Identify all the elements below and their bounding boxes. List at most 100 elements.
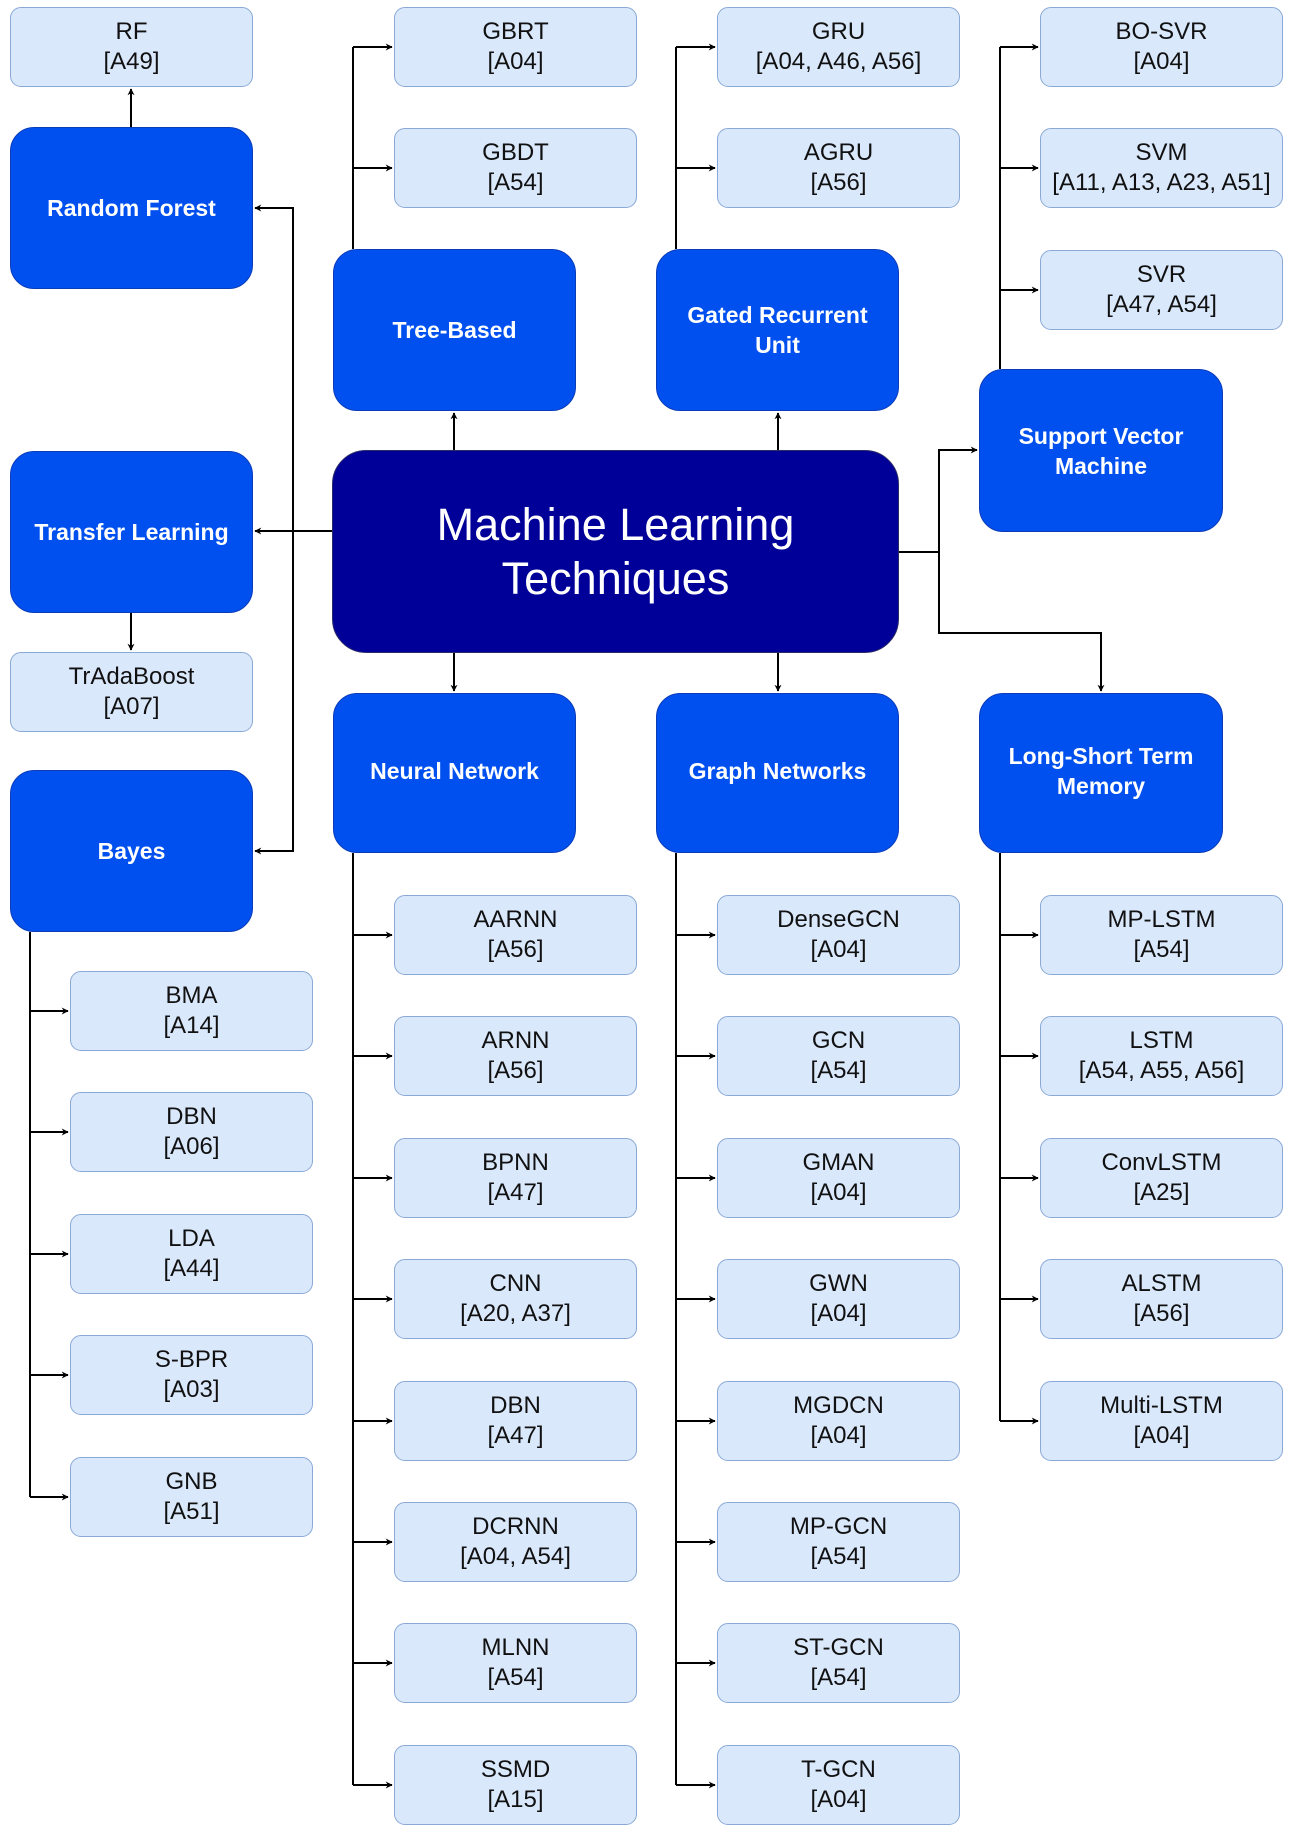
leaf-refs: [A04] [810,1179,867,1206]
leaf-lstm[interactable]: LSTM [A54, A55, A56] [1040,1016,1283,1096]
leaf-name: GMAN [802,1149,875,1176]
leaf-rf[interactable]: RF [A49] [10,7,253,87]
leaf-refs: [A20, A37] [460,1300,571,1327]
category-label-line2: Memory [1056,773,1146,799]
leaf-mlnn[interactable]: MLNN [A54] [394,1623,637,1703]
leaf-bpnn[interactable]: BPNN [A47] [394,1138,637,1218]
leaf-name: MP-LSTM [1107,906,1216,933]
leaf-refs: [A04] [810,936,867,963]
category-label-line2: Unit [755,332,800,358]
leaf-refs: [A51] [163,1498,220,1525]
leaf-cnn[interactable]: CNN [A20, A37] [394,1259,637,1339]
leaf-refs: [A04] [1133,1422,1190,1449]
leaf-refs: [A56] [487,936,544,963]
leaf-refs: [A15] [487,1786,544,1813]
leaf-refs: [A56] [810,169,867,196]
leaf-name: Multi-LSTM [1100,1392,1223,1419]
leaf-name: S-BPR [154,1346,229,1373]
leaf-bma[interactable]: BMA [A14] [70,971,313,1051]
leaf-refs: [A54] [810,1057,867,1084]
leaf-refs: [A56] [1133,1300,1190,1327]
leaf-mgdcn[interactable]: MGDCN [A04] [717,1381,960,1461]
leaf-mp-lstm[interactable]: MP-LSTM [A54] [1040,895,1283,975]
leaf-gbdt[interactable]: GBDT [A54] [394,128,637,208]
leaf-refs: [A04] [810,1300,867,1327]
leaf-name: MLNN [481,1634,550,1661]
leaf-name: GBDT [482,139,549,166]
category-neural-network[interactable]: Neural Network [333,693,576,853]
leaf-arnn[interactable]: ARNN [A56] [394,1016,637,1096]
leaf-gbrt[interactable]: GBRT [A04] [394,7,637,87]
leaf-gru[interactable]: GRU [A04, A46, A56] [717,7,960,87]
leaf-st-gcn[interactable]: ST-GCN [A54] [717,1623,960,1703]
leaf-multi-lstm[interactable]: Multi-LSTM [A04] [1040,1381,1283,1461]
ml-techniques-diagram: Machine Learning Techniques Random Fores… [0,0,1290,1832]
leaf-name: BO-SVR [1115,18,1208,45]
leaf-refs: [A54] [487,1664,544,1691]
leaf-svr[interactable]: SVR [A47, A54] [1040,250,1283,330]
leaf-name: MP-GCN [789,1513,888,1540]
leaf-s-bpr[interactable]: S-BPR [A03] [70,1335,313,1415]
category-bayes[interactable]: Bayes [10,770,253,932]
leaf-t-gcn[interactable]: T-GCN [A04] [717,1745,960,1825]
leaf-name: TrAdaBoost [68,663,195,690]
leaf-refs: [A56] [487,1057,544,1084]
leaf-name: ConvLSTM [1101,1149,1222,1176]
category-label: Graph Networks [688,758,867,784]
leaf-name: ALSTM [1121,1270,1202,1297]
leaf-name: BPNN [482,1149,549,1176]
leaf-name: DBN [166,1103,217,1130]
category-support-vector-machine[interactable]: Support Vector Machine [979,369,1223,532]
category-label-line1: Support Vector [1018,422,1184,449]
leaf-name: SVR [1136,261,1187,288]
leaf-dbn[interactable]: DBN [A47] [394,1381,637,1461]
leaf-name: BMA [165,982,218,1009]
leaf-dcrnn[interactable]: DCRNN [A04, A54] [394,1502,637,1582]
category-random-forest[interactable]: Random Forest [10,127,253,289]
leaf-refs: [A14] [163,1012,220,1039]
leaf-mp-gcn[interactable]: MP-GCN [A54] [717,1502,960,1582]
root-node[interactable]: Machine Learning Techniques [332,450,899,653]
leaf-refs: [A04] [487,48,544,75]
leaf-tradaboost[interactable]: TrAdaBoost [A07] [10,652,253,732]
category-tree-based[interactable]: Tree-Based [333,249,576,411]
root-label-line2: Techniques [501,552,730,604]
leaf-densegcn[interactable]: DenseGCN [A04] [717,895,960,975]
leaf-ssmd[interactable]: SSMD [A15] [394,1745,637,1825]
leaf-svm[interactable]: SVM [A11, A13, A23, A51] [1040,128,1283,208]
leaf-gcn[interactable]: GCN [A54] [717,1016,960,1096]
leaf-name: GBRT [482,18,549,45]
leaf-name: GNB [165,1468,218,1495]
leaf-refs: [A04, A46, A56] [755,48,922,75]
category-graph-networks[interactable]: Graph Networks [656,693,899,853]
category-label: Random Forest [47,195,216,221]
connector-root-to-bayes [254,531,294,855]
leaf-gwn[interactable]: GWN [A04] [717,1259,960,1339]
leaf-convlstm[interactable]: ConvLSTM [A25] [1040,1138,1283,1218]
leaf-name: SSMD [480,1756,551,1783]
leaf-name: AGRU [803,139,874,166]
leaf-agru[interactable]: AGRU [A56] [717,128,960,208]
leaf-alstm[interactable]: ALSTM [A56] [1040,1259,1283,1339]
leaf-aarnn[interactable]: AARNN [A56] [394,895,637,975]
category-transfer-learning[interactable]: Transfer Learning [10,451,253,613]
leaf-name: DCRNN [472,1513,559,1540]
category-label: Transfer Learning [34,519,229,545]
leaf-bo-svr[interactable]: BO-SVR [A04] [1040,7,1283,87]
leaf-name: DenseGCN [777,906,900,933]
category-long-short-term-memory[interactable]: Long-Short Term Memory [979,693,1223,853]
leaf-refs: [A54] [810,1543,867,1570]
leaf-refs: [A54] [1133,936,1190,963]
leaf-refs: [A47, A54] [1106,291,1217,318]
leaf-refs: [A04] [810,1786,867,1813]
category-gated-recurrent-unit[interactable]: Gated Recurrent Unit [656,249,899,411]
leaf-refs: [A47] [487,1179,544,1206]
leaf-lda[interactable]: LDA [A44] [70,1214,313,1294]
leaf-gman[interactable]: GMAN [A04] [717,1138,960,1218]
leaf-name: GWN [809,1270,868,1297]
leaf-gnb[interactable]: GNB [A51] [70,1457,313,1537]
leaf-name: MGDCN [793,1392,884,1419]
leaf-refs: [A11, A13, A23, A51] [1052,169,1271,196]
leaf-dbn[interactable]: DBN [A06] [70,1092,313,1172]
category-label-line1: Gated Recurrent [687,302,868,328]
